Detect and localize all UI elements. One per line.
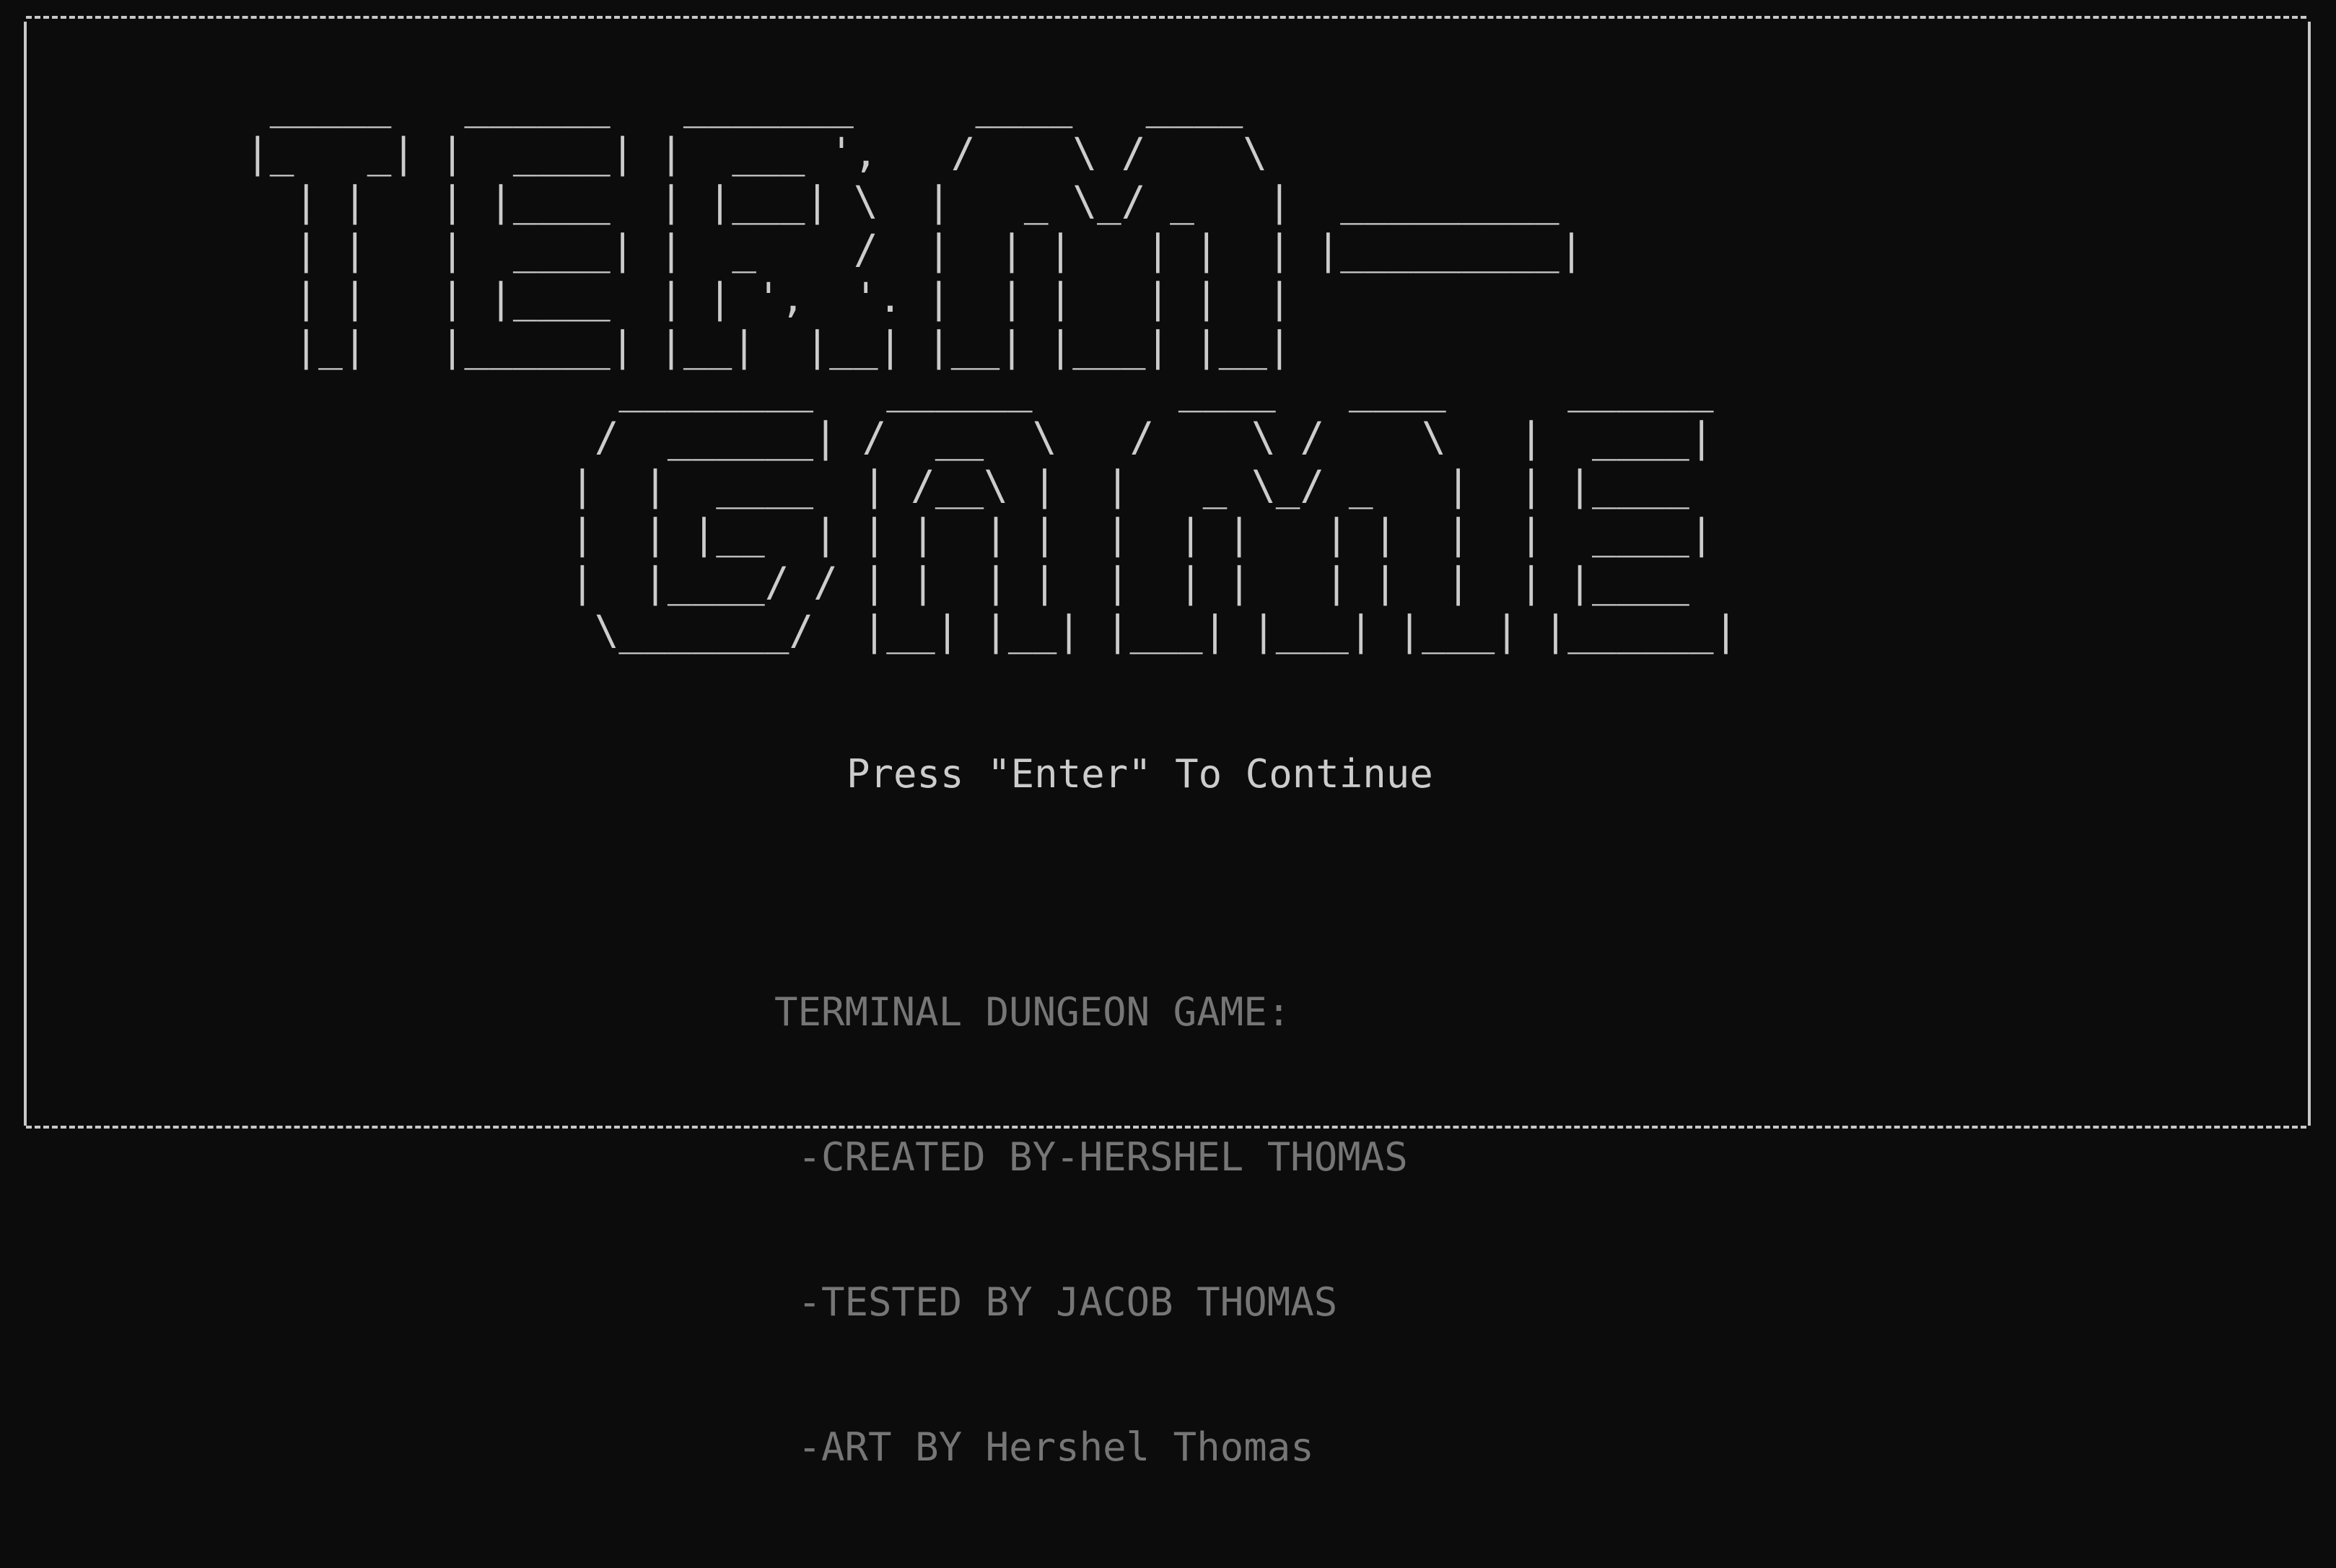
credits-block: TERMINAL DUNGEON GAME: -CREATED BY-HERSH… (774, 891, 1408, 1568)
frame-left-border (24, 22, 27, 1126)
credits-art-by: -ART BY Hershel Thomas (774, 1424, 1314, 1470)
credits-created-by: -CREATED BY-HERSHEL THOMAS (774, 1134, 1408, 1180)
frame-top-border (26, 16, 2306, 19)
continue-prompt: Press "Enter" To Continue (847, 751, 1433, 797)
title-art-term: _____ ______ _______ ____ ____ |_ _| | _… (245, 82, 1584, 370)
frame-right-border (2308, 22, 2311, 1126)
terminal-window[interactable]: _____ ______ _______ ____ ____ |_ _| | _… (0, 0, 2336, 1470)
credits-heading: TERMINAL DUNGEON GAME: (774, 989, 1291, 1035)
credits-tested-by: -TESTED BY JACOB THOMAS (774, 1279, 1338, 1325)
title-art-game: ________ ______ ____ ____ ______ / _____… (570, 366, 1738, 654)
